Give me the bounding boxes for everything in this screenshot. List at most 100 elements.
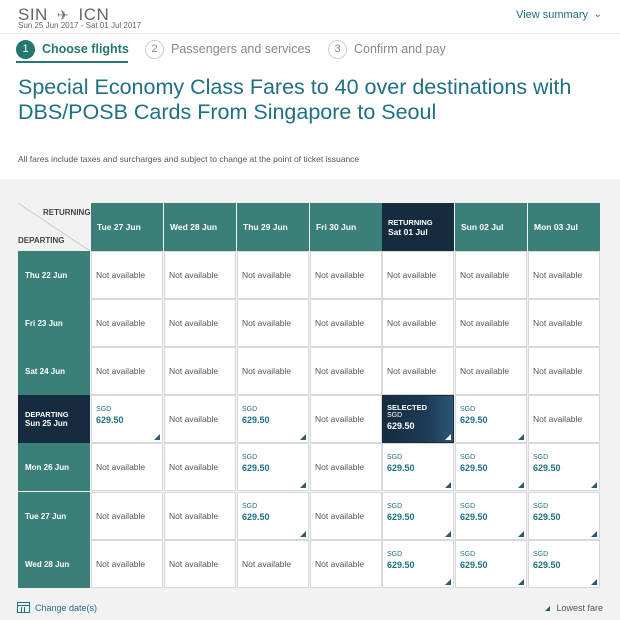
- change-dates-link[interactable]: Change date(s): [17, 602, 97, 613]
- fare-currency: SGD: [533, 454, 549, 461]
- not-available-text: Not available: [533, 414, 583, 424]
- not-available-text: Not available: [460, 318, 510, 328]
- page-title: Special Economy Class Fares to 40 over d…: [18, 75, 572, 124]
- fare-cell[interactable]: SGD 629.50: [528, 443, 600, 491]
- fare-cell[interactable]: SGD 629.50: [237, 395, 309, 443]
- fare-cell-unavailable: Not available: [310, 540, 382, 588]
- fare-cell-unavailable: Not available: [164, 492, 236, 540]
- step-number: 3: [328, 39, 347, 59]
- fare-currency: SGD: [460, 551, 476, 558]
- fare-cell[interactable]: SGD 629.50: [455, 395, 527, 443]
- selected-label: SELECTED: [387, 403, 428, 412]
- fare-currency: SGD: [96, 406, 112, 413]
- fare-amount: 629.50: [460, 415, 488, 425]
- fare-amount: 629.50: [387, 512, 415, 522]
- not-available-text: Not available: [96, 462, 146, 472]
- return-date-label: Sun 02 Jul: [461, 222, 504, 232]
- fare-cell[interactable]: SGD 629.50: [382, 443, 454, 491]
- not-available-text: Not available: [169, 511, 219, 521]
- fare-cell-unavailable: Not available: [164, 347, 236, 395]
- not-available-text: Not available: [315, 414, 365, 424]
- not-available-text: Not available: [169, 559, 219, 569]
- depart-date-label: Tue 27 Jun: [25, 511, 67, 521]
- depart-date-header[interactable]: Tue 27 Jun: [18, 492, 90, 540]
- return-date-header[interactable]: Thu 29 Jun: [237, 203, 309, 251]
- fare-cell[interactable]: SGD 629.50: [237, 443, 309, 491]
- depart-date-header[interactable]: Thu 22 Jun: [18, 251, 90, 299]
- fare-cell[interactable]: SGD 629.50: [528, 492, 600, 540]
- fare-cell[interactable]: SGD 629.50: [237, 492, 309, 540]
- fare-cell-unavailable: Not available: [455, 299, 527, 347]
- depart-date-header[interactable]: Fri 23 Jun: [18, 299, 90, 347]
- fare-cell[interactable]: SGD 629.50: [455, 443, 527, 491]
- depart-date-prefix: DEPARTING: [25, 410, 69, 419]
- fare-currency: SGD: [460, 406, 476, 413]
- fare-cell-unavailable: Not available: [164, 443, 236, 491]
- lowest-fare-marker-icon: [154, 434, 160, 440]
- top-bar: SIN ✈ ICN Sun 25 Jun 2017 - Sat 01 Jul 2…: [0, 0, 620, 34]
- fare-cell-unavailable: Not available: [91, 347, 163, 395]
- lowest-fare-marker-icon: [445, 531, 451, 537]
- fare-currency: SGD: [242, 406, 258, 413]
- fare-cell-unavailable: Not available: [164, 251, 236, 299]
- return-date-header[interactable]: Wed 28 Jun: [164, 203, 236, 251]
- return-date-header[interactable]: RETURNING Sat 01 Jul: [382, 203, 454, 251]
- return-date-header[interactable]: Tue 27 Jun: [91, 203, 163, 251]
- not-available-text: Not available: [460, 366, 510, 376]
- view-summary-link[interactable]: View summary ⌄: [516, 9, 602, 21]
- step-passengers-services[interactable]: 2 Passengers and services: [145, 38, 311, 60]
- not-available-text: Not available: [315, 559, 365, 569]
- fare-currency: SGD: [387, 454, 403, 461]
- fare-amount: 629.50: [460, 512, 488, 522]
- lowest-fare-marker-icon: [300, 482, 306, 488]
- fare-cell-unavailable: Not available: [455, 251, 527, 299]
- depart-date-header[interactable]: Sat 24 Jun: [18, 347, 90, 395]
- step-confirm-pay[interactable]: 3 Confirm and pay: [328, 38, 446, 60]
- return-date-header[interactable]: Mon 03 Jul: [528, 203, 600, 251]
- fare-cell[interactable]: SGD 629.50: [528, 540, 600, 588]
- fare-currency: SGD: [387, 412, 403, 419]
- fare-amount: 629.50: [96, 415, 124, 425]
- not-available-text: Not available: [387, 270, 437, 280]
- lowest-fare-marker-icon: [518, 579, 524, 585]
- fare-cell[interactable]: SGD 629.50: [91, 395, 163, 443]
- not-available-text: Not available: [96, 270, 146, 280]
- return-date-header[interactable]: Fri 30 Jun: [310, 203, 382, 251]
- not-available-text: Not available: [533, 318, 583, 328]
- return-date-label: Sat 01 Jul: [388, 226, 428, 237]
- not-available-text: Not available: [315, 366, 365, 376]
- depart-date-label: Fri 23 Jun: [25, 318, 63, 328]
- not-available-text: Not available: [387, 366, 437, 376]
- change-dates-label: Change date(s): [35, 602, 98, 613]
- depart-date-header[interactable]: Mon 26 Jun: [18, 443, 90, 491]
- fare-cell-unavailable: Not available: [310, 395, 382, 443]
- fare-currency: SGD: [460, 503, 476, 510]
- fare-cell-selected[interactable]: SELECTED SGD 629.50: [382, 395, 454, 443]
- not-available-text: Not available: [315, 462, 365, 472]
- depart-date-label: Mon 26 Jun: [25, 462, 70, 472]
- fare-amount: 629.50: [533, 560, 561, 570]
- depart-date-header[interactable]: Wed 28 Jun: [18, 540, 90, 588]
- fare-cell[interactable]: SGD 629.50: [382, 492, 454, 540]
- fare-cell[interactable]: SGD 629.50: [455, 492, 527, 540]
- step-choose-flights[interactable]: 1 Choose flights: [16, 38, 129, 60]
- depart-date-header[interactable]: DEPARTING Sun 25 Jun: [18, 395, 90, 443]
- lowest-fare-marker-icon: [518, 482, 524, 488]
- footer: Change date(s) Lowest fare: [0, 598, 620, 620]
- lowest-fare-marker-icon: [518, 434, 524, 440]
- fare-currency: SGD: [387, 503, 403, 510]
- not-available-text: Not available: [242, 318, 292, 328]
- fare-cell[interactable]: SGD 629.50: [382, 540, 454, 588]
- fare-cell-unavailable: Not available: [237, 540, 309, 588]
- lowest-fare-label: Lowest fare: [556, 603, 603, 613]
- return-date-label: Fri 30 Jun: [316, 222, 357, 232]
- step-number: 1: [16, 39, 35, 59]
- fare-cell[interactable]: SGD 629.50: [455, 540, 527, 588]
- fare-currency: SGD: [242, 454, 258, 461]
- fare-cell-unavailable: Not available: [528, 251, 600, 299]
- return-date-header[interactable]: Sun 02 Jul: [455, 203, 527, 251]
- not-available-text: Not available: [169, 414, 219, 424]
- fare-currency: SGD: [387, 551, 403, 558]
- fare-amount: 629.50: [242, 463, 270, 473]
- chevron-down-icon: ⌄: [593, 9, 602, 20]
